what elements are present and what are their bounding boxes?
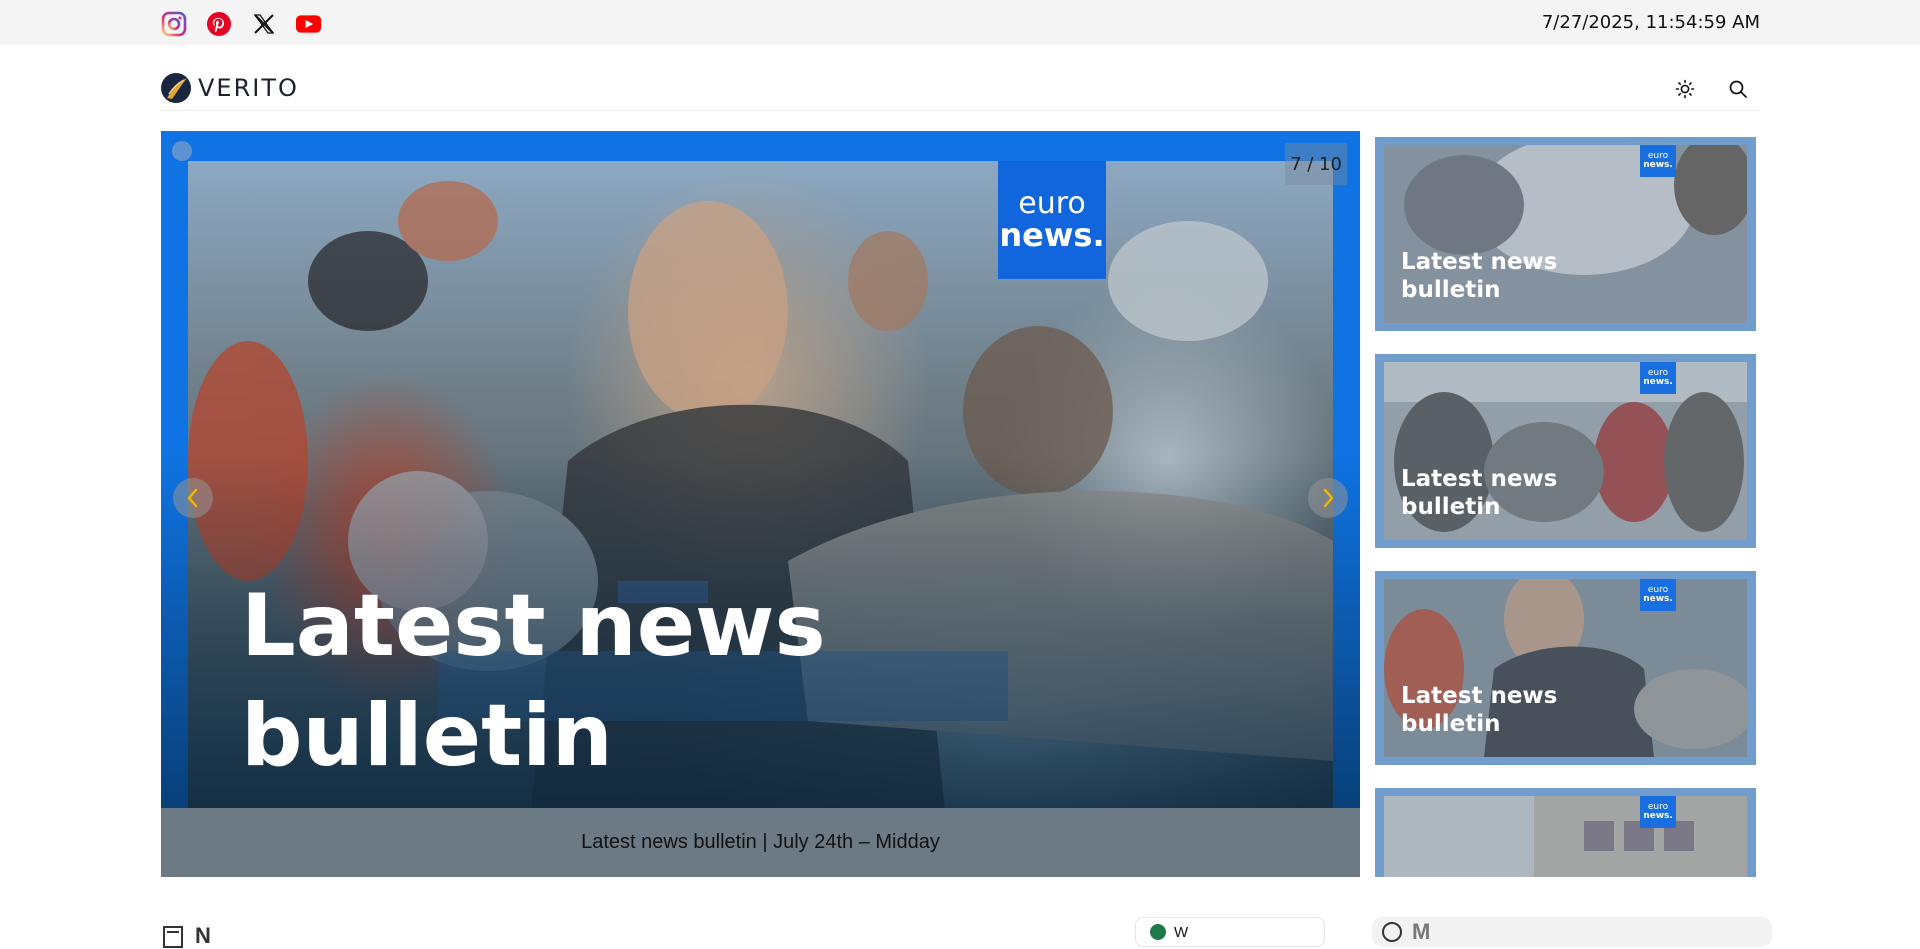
badge-top-text: euro bbox=[1018, 186, 1086, 221]
slide-caption[interactable]: Latest news bulletin | July 24th – Midda… bbox=[161, 808, 1360, 877]
markets-section-heading: M bbox=[1372, 917, 1772, 947]
x-icon[interactable] bbox=[250, 10, 277, 37]
verito-logo-icon bbox=[161, 73, 191, 103]
slide-title: Latest news bulletin bbox=[241, 576, 826, 787]
side-card[interactable]: euro news. Latest news bulletin bbox=[1375, 137, 1756, 331]
chevron-right-icon bbox=[1323, 488, 1334, 508]
social-links bbox=[160, 10, 322, 37]
slide-counter: 7 / 10 bbox=[1285, 143, 1347, 185]
mini-badge-bottom: news. bbox=[1643, 811, 1673, 821]
bottom-section: N W M bbox=[0, 915, 1920, 948]
globe-icon bbox=[1150, 924, 1166, 940]
markets-section-label: M bbox=[1412, 919, 1431, 944]
mini-badge-bottom: news. bbox=[1643, 377, 1673, 387]
youtube-icon[interactable] bbox=[295, 10, 322, 37]
mini-badge-bottom: news. bbox=[1643, 160, 1673, 170]
card-title: Latest news bulletin bbox=[1401, 683, 1558, 737]
next-slide-button[interactable] bbox=[1308, 478, 1348, 518]
top-bar: 7/27/2025, 11:54:59 AM bbox=[0, 0, 1920, 45]
slider-dot[interactable] bbox=[172, 141, 192, 161]
current-datetime: 7/27/2025, 11:54:59 AM bbox=[1541, 12, 1760, 33]
site-logo[interactable]: VERITO bbox=[160, 72, 299, 104]
card-title: Latest news bulletin bbox=[1401, 249, 1558, 303]
chart-icon bbox=[1382, 922, 1402, 942]
card-title: Latest news bulletin bbox=[1401, 466, 1558, 520]
euronews-badge: euro news. bbox=[998, 161, 1106, 279]
theme-toggle-button[interactable] bbox=[1671, 75, 1699, 103]
euronews-mini-badge: euro news. bbox=[1640, 145, 1676, 177]
news-section-label: N bbox=[195, 923, 211, 948]
sun-icon bbox=[1675, 79, 1695, 99]
news-section-heading: N bbox=[161, 923, 211, 949]
prev-slide-button[interactable] bbox=[173, 478, 213, 518]
euronews-mini-badge: euro news. bbox=[1640, 362, 1676, 394]
chevron-left-icon bbox=[187, 488, 198, 508]
side-card[interactable]: euro news. Latest news bulletin bbox=[1375, 571, 1756, 765]
search-icon bbox=[1729, 80, 1747, 98]
logo-text: VERITO bbox=[198, 74, 299, 102]
site-header: VERITO bbox=[160, 45, 1760, 111]
newspaper-icon bbox=[163, 926, 183, 948]
hero-slider[interactable]: euro news. Latest news bulletin 7 / 10 L… bbox=[161, 131, 1360, 877]
side-card[interactable]: euro news. Latest news bulletin bbox=[1375, 354, 1756, 548]
instagram-icon[interactable] bbox=[160, 10, 187, 37]
badge-bottom-text: news. bbox=[999, 216, 1105, 254]
euronews-mini-badge: euro news. bbox=[1640, 796, 1676, 828]
world-chip-label: W bbox=[1174, 923, 1189, 941]
mini-badge-bottom: news. bbox=[1643, 594, 1673, 604]
world-filter-chip[interactable]: W bbox=[1135, 917, 1325, 947]
pinterest-icon[interactable] bbox=[205, 10, 232, 37]
side-card[interactable]: euro news. bbox=[1375, 788, 1756, 877]
euronews-mini-badge: euro news. bbox=[1640, 579, 1676, 611]
side-news-list: euro news. Latest news bulletin euro news.… bbox=[1375, 137, 1756, 877]
card-overlay bbox=[1375, 788, 1756, 877]
search-button[interactable] bbox=[1724, 75, 1752, 103]
